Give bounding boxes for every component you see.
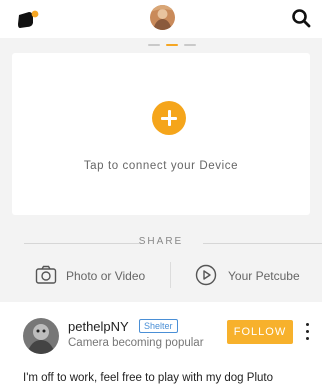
- search-icon[interactable]: [291, 8, 311, 28]
- connect-device-label[interactable]: Tap to connect your Device: [0, 160, 322, 172]
- share-photo-video-button[interactable]: Photo or Video: [35, 262, 155, 292]
- more-vertical-icon[interactable]: [305, 323, 311, 341]
- camera-icon: [35, 264, 57, 286]
- share-heading: SHARE: [138, 236, 184, 247]
- feed-status: Camera becoming popular: [68, 337, 204, 349]
- post-text: I'm off to work, feel free to play with …: [23, 372, 273, 384]
- share-options-divider: [170, 262, 171, 288]
- user-avatar[interactable]: [150, 5, 175, 30]
- share-petcube-button[interactable]: Your Petcube: [195, 262, 315, 292]
- petcube-logo-icon[interactable]: [16, 9, 40, 31]
- page-indicator: [148, 44, 196, 48]
- plus-circle-icon[interactable]: [152, 101, 186, 135]
- page-dot: [184, 44, 196, 46]
- top-bar: [0, 0, 322, 38]
- connect-device-card[interactable]: [12, 53, 310, 215]
- feed-username[interactable]: pethelpNY: [68, 319, 129, 334]
- feed-user-avatar[interactable]: [23, 318, 59, 354]
- share-petcube-label: Your Petcube: [228, 269, 300, 283]
- share-photo-video-label: Photo or Video: [66, 269, 146, 283]
- page-dot: [148, 44, 160, 46]
- follow-button[interactable]: FOLLOW: [227, 320, 293, 344]
- page-dot-active: [166, 44, 178, 46]
- shelter-badge: Shelter: [139, 319, 178, 333]
- play-circle-icon: [195, 264, 217, 286]
